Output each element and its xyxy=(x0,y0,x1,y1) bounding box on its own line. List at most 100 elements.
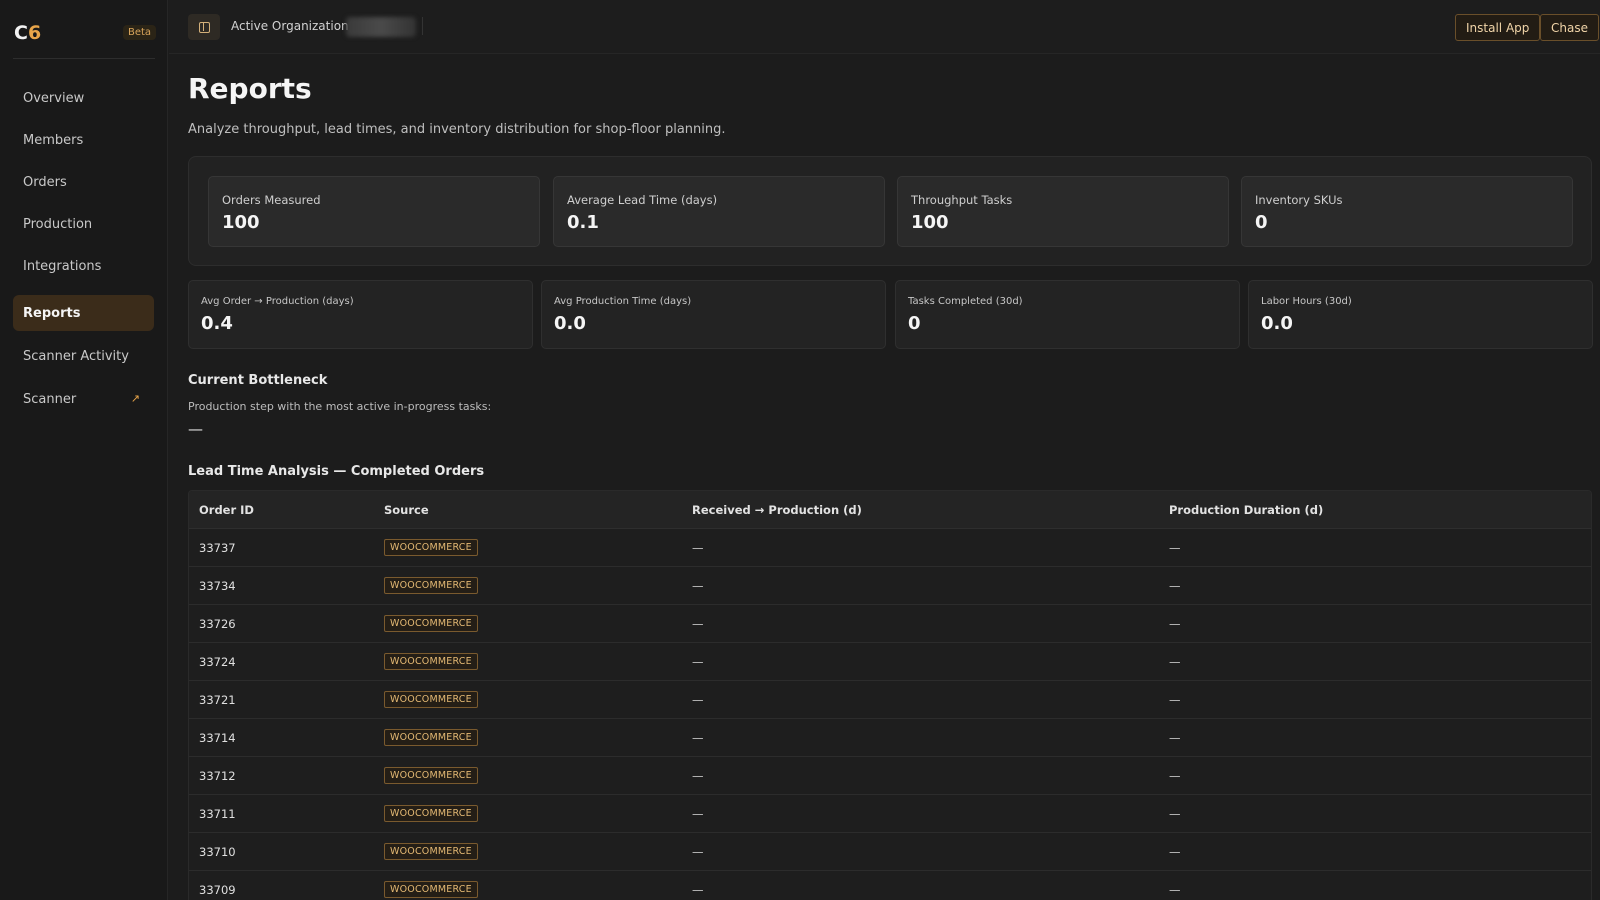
organization-selector[interactable] xyxy=(346,17,416,37)
kpi-value: 100 xyxy=(911,212,949,233)
table-row[interactable]: 33737 WOOCOMMERCE — — xyxy=(189,529,1591,567)
app-logo[interactable]: C6 xyxy=(14,22,41,44)
sidebar-toggle-icon xyxy=(198,21,210,33)
table-row[interactable]: 33721 WOOCOMMERCE — — xyxy=(189,681,1591,719)
table-row[interactable]: 33709 WOOCOMMERCE — — xyxy=(189,871,1591,900)
production-duration-cell: — xyxy=(1169,692,1181,707)
source-cell: WOOCOMMERCE xyxy=(384,767,692,784)
order-id-cell[interactable]: 33724 xyxy=(189,655,384,669)
production-duration-cell: — xyxy=(1169,578,1181,593)
sidebar-item-label: Production xyxy=(23,216,93,232)
kpi-label: Orders Measured xyxy=(222,193,321,207)
source-cell: WOOCOMMERCE xyxy=(384,691,692,708)
received-to-production-cell: — xyxy=(692,844,704,859)
sidebar-item-label: Integrations xyxy=(23,258,102,274)
sidebar-item-scanner[interactable]: Scanner ↗ xyxy=(13,381,154,417)
sidebar-item-members[interactable]: Members xyxy=(13,122,154,158)
kpi-label: Avg Order → Production (days) xyxy=(201,296,354,307)
active-organization-label: Active Organization xyxy=(231,19,349,33)
table-row[interactable]: 33714 WOOCOMMERCE — — xyxy=(189,719,1591,757)
source-cell: WOOCOMMERCE xyxy=(384,805,692,822)
kpi-card-avg-order-to-production: Avg Order → Production (days) 0.4 xyxy=(188,280,533,349)
table-row[interactable]: 33711 WOOCOMMERCE — — xyxy=(189,795,1591,833)
table-row[interactable]: 33724 WOOCOMMERCE — — xyxy=(189,643,1591,681)
source-cell: WOOCOMMERCE xyxy=(384,843,692,860)
source-badge: WOOCOMMERCE xyxy=(384,881,478,898)
kpi-card-avg-production-time: Avg Production Time (days) 0.0 xyxy=(541,280,886,349)
order-id-cell[interactable]: 33709 xyxy=(189,883,384,897)
production-duration-cell: — xyxy=(1169,806,1181,821)
production-duration-cell: — xyxy=(1169,654,1181,669)
source-badge: WOOCOMMERCE xyxy=(384,539,478,556)
primary-kpi-panel: Orders Measured 100 Average Lead Time (d… xyxy=(188,156,1592,266)
beta-badge: Beta xyxy=(123,25,157,40)
top-bar: Active Organization Install App Chase xyxy=(169,0,1600,54)
kpi-card-tasks-completed: Tasks Completed (30d) 0 xyxy=(895,280,1240,349)
user-menu-button[interactable]: Chase xyxy=(1540,14,1599,41)
sidebar-item-label: Overview xyxy=(23,90,85,106)
column-header-production-duration[interactable]: Production Duration (d) xyxy=(1169,503,1589,517)
kpi-label: Inventory SKUs xyxy=(1255,193,1343,207)
kpi-label: Labor Hours (30d) xyxy=(1261,296,1352,307)
kpi-label: Avg Production Time (days) xyxy=(554,296,692,307)
sidebar-item-overview[interactable]: Overview xyxy=(13,80,154,116)
order-id-cell[interactable]: 33737 xyxy=(189,541,384,555)
order-id-cell[interactable]: 33721 xyxy=(189,693,384,707)
production-duration-cell: — xyxy=(1169,730,1181,745)
kpi-label: Tasks Completed (30d) xyxy=(908,296,1023,307)
sidebar-divider xyxy=(13,58,155,59)
kpi-label: Average Lead Time (days) xyxy=(567,193,718,207)
table-row[interactable]: 33712 WOOCOMMERCE — — xyxy=(189,757,1591,795)
kpi-value: 0 xyxy=(1255,212,1268,233)
source-badge: WOOCOMMERCE xyxy=(384,729,478,746)
table-row[interactable]: 33710 WOOCOMMERCE — — xyxy=(189,833,1591,871)
source-cell: WOOCOMMERCE xyxy=(384,577,692,594)
sidebar-item-orders[interactable]: Orders xyxy=(13,164,154,200)
order-id-cell[interactable]: 33710 xyxy=(189,845,384,859)
kpi-card-inventory-skus: Inventory SKUs 0 xyxy=(1241,176,1573,247)
sidebar-item-production[interactable]: Production xyxy=(13,206,154,242)
install-app-button[interactable]: Install App xyxy=(1455,14,1541,41)
table-row[interactable]: 33734 WOOCOMMERCE — — xyxy=(189,567,1591,605)
received-to-production-cell: — xyxy=(692,616,704,631)
source-badge: WOOCOMMERCE xyxy=(384,615,478,632)
page-title: Reports xyxy=(188,72,312,105)
kpi-card-average-lead-time: Average Lead Time (days) 0.1 xyxy=(553,176,885,247)
kpi-card-labor-hours: Labor Hours (30d) 0.0 xyxy=(1248,280,1593,349)
received-to-production-cell: — xyxy=(692,882,704,897)
order-id-cell[interactable]: 33712 xyxy=(189,769,384,783)
lead-time-table: Order ID Source Received → Production (d… xyxy=(188,490,1592,900)
sidebar-toggle-button[interactable] xyxy=(188,14,220,40)
received-to-production-cell: — xyxy=(692,806,704,821)
received-to-production-cell: — xyxy=(692,730,704,745)
sidebar-item-scanner-activity[interactable]: Scanner Activity xyxy=(13,338,154,374)
source-cell: WOOCOMMERCE xyxy=(384,653,692,670)
sidebar-item-reports[interactable]: Reports xyxy=(13,295,154,331)
order-id-cell[interactable]: 33734 xyxy=(189,579,384,593)
sidebar: C6 Beta Overview Members Orders Producti… xyxy=(0,0,168,900)
production-duration-cell: — xyxy=(1169,616,1181,631)
column-header-order-id[interactable]: Order ID xyxy=(189,503,384,517)
column-header-source[interactable]: Source xyxy=(384,503,692,517)
sidebar-item-label: Reports xyxy=(23,305,81,321)
received-to-production-cell: — xyxy=(692,540,704,555)
order-id-cell[interactable]: 33726 xyxy=(189,617,384,631)
column-header-received-to-production[interactable]: Received → Production (d) xyxy=(692,503,1169,517)
kpi-card-orders-measured: Orders Measured 100 xyxy=(208,176,540,247)
sidebar-item-label: Scanner Activity xyxy=(23,348,129,364)
table-row[interactable]: 33726 WOOCOMMERCE — — xyxy=(189,605,1591,643)
sidebar-item-integrations[interactable]: Integrations xyxy=(13,248,154,284)
bottleneck-title: Current Bottleneck xyxy=(188,373,328,388)
table-body: 33737 WOOCOMMERCE — —33734 WOOCOMMERCE — —3372… xyxy=(189,529,1591,900)
kpi-label: Throughput Tasks xyxy=(911,193,1013,207)
source-badge: WOOCOMMERCE xyxy=(384,691,478,708)
bottleneck-value: — xyxy=(188,420,203,438)
production-duration-cell: — xyxy=(1169,844,1181,859)
kpi-value: 0.4 xyxy=(201,313,233,334)
received-to-production-cell: — xyxy=(692,768,704,783)
order-id-cell[interactable]: 33714 xyxy=(189,731,384,745)
kpi-value: 100 xyxy=(222,212,260,233)
source-cell: WOOCOMMERCE xyxy=(384,539,692,556)
order-id-cell[interactable]: 33711 xyxy=(189,807,384,821)
kpi-value: 0.1 xyxy=(567,212,599,233)
